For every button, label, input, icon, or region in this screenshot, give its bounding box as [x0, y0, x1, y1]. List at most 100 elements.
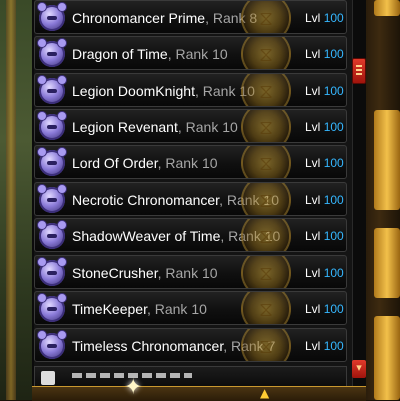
level-value: 100 — [323, 193, 344, 207]
list-item-name: Chronomancer Prime, Rank 8 — [72, 1, 257, 33]
level-label: Lvl — [305, 120, 321, 134]
class-helm-icon — [37, 38, 67, 67]
level-display: Lvl 100 — [305, 37, 344, 69]
level-display: Lvl 100 — [305, 256, 344, 288]
class-helm-icon — [37, 293, 67, 322]
scroll-down-button[interactable] — [352, 360, 366, 378]
class-name: TimeKeeper — [72, 301, 147, 317]
class-helm-icon — [37, 2, 67, 31]
level-display: Lvl 100 — [305, 183, 344, 215]
class-name: StoneCrusher — [72, 265, 158, 281]
level-display: Lvl 100 — [305, 219, 344, 251]
level-display: Lvl 100 — [305, 292, 344, 324]
level-value: 100 — [323, 156, 344, 170]
level-value: 100 — [323, 47, 344, 61]
ornate-frame-right — [366, 0, 400, 400]
class-rank: Rank 10 — [165, 155, 218, 171]
hourglass-emblem-icon — [241, 256, 291, 288]
list-item-name: Legion Revenant, Rank 10 — [72, 110, 238, 142]
hourglass-emblem-icon — [241, 219, 291, 251]
level-value: 100 — [323, 84, 344, 98]
separator: , — [177, 119, 186, 135]
list-item[interactable]: StoneCrusher, Rank 10 Lvl 100 — [34, 255, 347, 289]
list-item-name: StoneCrusher, Rank 10 — [72, 256, 218, 288]
level-value: 100 — [323, 266, 344, 280]
class-rank: Rank 10 — [185, 119, 238, 135]
level-label: Lvl — [305, 339, 321, 353]
bottom-bar: ✦ ▲ — [32, 375, 366, 401]
star-icon: ▲ — [260, 386, 270, 400]
level-display: Lvl 100 — [305, 110, 344, 142]
level-value: 100 — [323, 120, 344, 134]
class-name: ShadowWeaver of Time — [72, 228, 221, 244]
class-name: Timeless Chronomancer — [72, 338, 224, 354]
class-helm-icon — [37, 184, 67, 213]
game-world-background — [0, 0, 34, 400]
list-item-name: Lord Of Order, Rank 10 — [72, 146, 218, 178]
hourglass-emblem-icon — [241, 292, 291, 324]
scrollbar-thumb[interactable] — [352, 58, 366, 84]
hourglass-emblem-icon — [241, 183, 291, 215]
hourglass-emblem-icon — [241, 1, 291, 33]
list-item[interactable]: Necrotic Chronomancer, Rank 10 Lvl 100 — [34, 182, 347, 216]
frame-gold-bar — [374, 228, 400, 298]
list-item[interactable]: Legion DoomKnight, Rank 10 Lvl 100 — [34, 73, 347, 107]
hourglass-emblem-icon — [241, 74, 291, 106]
class-name: Lord Of Order — [72, 155, 158, 171]
list-item-name: Dragon of Time, Rank 10 — [72, 37, 228, 69]
list-item[interactable]: TimeKeeper, Rank 10 Lvl 100 — [34, 291, 347, 325]
separator: , — [146, 301, 155, 317]
class-helm-icon — [37, 257, 67, 286]
hourglass-emblem-icon — [241, 110, 291, 142]
class-name: Legion DoomKnight — [72, 83, 195, 99]
class-rank: Rank 10 — [165, 265, 218, 281]
level-label: Lvl — [305, 302, 321, 316]
list-item[interactable]: Chronomancer Prime, Rank 8 Lvl 100 — [34, 0, 347, 34]
level-value: 100 — [323, 302, 344, 316]
separator: , — [219, 192, 227, 208]
class-helm-icon — [37, 147, 67, 176]
class-helm-icon — [37, 330, 67, 359]
hourglass-emblem-icon — [241, 146, 291, 178]
class-rank: Rank 10 — [175, 46, 228, 62]
class-helm-icon — [37, 220, 67, 249]
sparkle-icon: ✦ — [124, 375, 143, 400]
frame-gold-bar — [374, 0, 400, 16]
list-item[interactable]: Legion Revenant, Rank 10 Lvl 100 — [34, 109, 347, 143]
list-item[interactable]: ShadowWeaver of Time, Rank 10 Lvl 100 — [34, 218, 347, 252]
level-label: Lvl — [305, 47, 321, 61]
list-item[interactable]: Timeless Chronomancer, Rank 7 Lvl 100 — [34, 328, 347, 362]
level-label: Lvl — [305, 229, 321, 243]
list-item-partial[interactable] — [34, 366, 347, 386]
list-item[interactable]: Lord Of Order, Rank 10 Lvl 100 — [34, 145, 347, 179]
level-display: Lvl 100 — [305, 1, 344, 33]
list-item[interactable]: Dragon of Time, Rank 10 Lvl 100 — [34, 36, 347, 70]
level-value: 100 — [323, 339, 344, 353]
separator: , — [205, 10, 213, 26]
list-item-name: Legion DoomKnight, Rank 10 — [72, 74, 255, 106]
class-name: Dragon of Time — [72, 46, 168, 62]
class-name: Necrotic Chronomancer — [72, 192, 220, 208]
hourglass-emblem-icon — [241, 37, 291, 69]
class-name: Legion Revenant — [72, 119, 178, 135]
level-display: Lvl 100 — [305, 329, 344, 361]
separator: , — [223, 338, 231, 354]
separator: , — [167, 46, 176, 62]
separator: , — [194, 83, 203, 99]
level-label: Lvl — [305, 193, 321, 207]
level-display: Lvl 100 — [305, 74, 344, 106]
separator: , — [220, 228, 229, 244]
frame-gold-bar — [374, 316, 400, 400]
level-label: Lvl — [305, 156, 321, 170]
level-label: Lvl — [305, 266, 321, 280]
frame-gold-bar — [374, 110, 400, 210]
class-rank: Rank 10 — [154, 301, 207, 317]
level-label: Lvl — [305, 11, 321, 25]
level-display: Lvl 100 — [305, 146, 344, 178]
item-icon — [41, 371, 55, 385]
list-item-name: TimeKeeper, Rank 10 — [72, 292, 207, 324]
level-value: 100 — [323, 11, 344, 25]
class-helm-icon — [37, 111, 67, 140]
class-helm-icon — [37, 75, 67, 104]
level-value: 100 — [323, 229, 344, 243]
